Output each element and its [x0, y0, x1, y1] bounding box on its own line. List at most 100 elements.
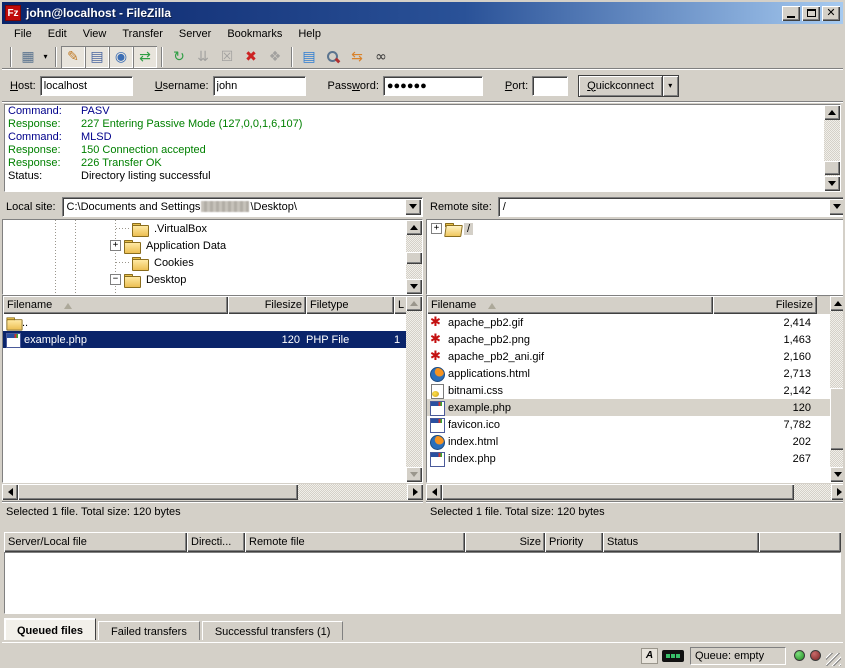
refresh-button[interactable]: ↻ — [167, 46, 191, 68]
directory-comparison-button[interactable] — [321, 46, 345, 68]
port-input[interactable] — [532, 76, 568, 96]
site-manager-dropdown-button[interactable]: ▾ — [40, 46, 51, 68]
hscroll-left[interactable] — [2, 484, 18, 500]
file-row[interactable]: apache_pb2.gif2,414 — [427, 314, 845, 331]
column-header-filename[interactable]: Filename — [3, 296, 228, 314]
menu-item-help[interactable]: Help — [290, 26, 329, 42]
local-list-scrollbar[interactable] — [406, 296, 422, 482]
file-row[interactable]: index.html202 — [427, 433, 845, 450]
tree-item[interactable]: +/ — [427, 220, 845, 237]
local-tree-scrollbar[interactable] — [406, 220, 422, 294]
tree-item[interactable]: +Application Data — [3, 237, 406, 254]
menu-item-transfer[interactable]: Transfer — [114, 26, 171, 42]
remote-hscrollbar[interactable] — [426, 484, 845, 500]
menu-item-view[interactable]: View — [75, 26, 115, 42]
toggle-remote-tree-button[interactable]: ◉ — [109, 46, 133, 68]
list-scroll-down[interactable] — [830, 467, 845, 482]
queue-column-size[interactable]: Size — [465, 532, 545, 552]
tree-scroll-up[interactable] — [406, 220, 422, 235]
minimize-button[interactable] — [782, 6, 800, 21]
hscroll-right[interactable] — [407, 484, 423, 500]
remote-list-scrollbar[interactable] — [830, 296, 845, 482]
file-row[interactable]: example.php120 — [427, 399, 845, 416]
queue-column-remote-file[interactable]: Remote file — [245, 532, 465, 552]
log-scrollbar[interactable] — [824, 105, 840, 191]
local-tree-items[interactable]: .VirtualBox+Application DataCookies−Desk… — [3, 220, 406, 294]
file-row[interactable]: bitnami.css2,142 — [427, 382, 845, 399]
local-path-combo[interactable]: C:\Documents and Settings\Desktop\ — [62, 197, 423, 217]
remote-tree-items[interactable]: +/ — [427, 220, 845, 294]
menu-item-bookmarks[interactable]: Bookmarks — [219, 26, 290, 42]
collapse-icon[interactable]: − — [110, 274, 121, 285]
process-queue-button[interactable]: ⇊ — [191, 46, 215, 68]
filesize-text: 120 — [282, 334, 300, 346]
password-input[interactable] — [383, 76, 483, 96]
resize-grip[interactable] — [826, 653, 841, 668]
filter-button[interactable]: ▤ — [297, 46, 321, 68]
synchronized-browsing-button[interactable]: ⇆ — [345, 46, 369, 68]
tab-queued-files[interactable]: Queued files — [4, 618, 96, 640]
queue-body[interactable] — [4, 552, 841, 614]
remote-status-text: Selected 1 file. Total size: 120 bytes — [426, 501, 845, 522]
tree-item[interactable]: .VirtualBox — [3, 220, 406, 237]
hscroll-thumb[interactable] — [442, 484, 794, 500]
column-header-filename[interactable]: Filename — [427, 296, 713, 314]
quickconnect-dropdown-button[interactable]: ▾ — [663, 75, 679, 97]
expand-icon[interactable]: + — [431, 223, 442, 234]
find-files-button[interactable]: ∞ — [369, 46, 393, 68]
column-header-filetype[interactable]: Filetype — [306, 296, 394, 314]
queue-column-status[interactable]: Status — [603, 532, 759, 552]
menu-item-edit[interactable]: Edit — [40, 26, 75, 42]
column-header-filesize[interactable]: Filesize — [713, 296, 817, 314]
message-log-lines[interactable]: Command:PASVResponse:227 Entering Passiv… — [5, 105, 824, 191]
file-row[interactable]: .. — [3, 314, 422, 331]
log-scroll-thumb[interactable] — [824, 161, 840, 175]
speed-limit-icon[interactable] — [662, 650, 684, 662]
maximize-button[interactable] — [802, 6, 820, 21]
menu-item-file[interactable]: File — [6, 26, 40, 42]
tree-item[interactable]: −Desktop — [3, 271, 406, 288]
tab-successful-transfers-1[interactable]: Successful transfers (1) — [202, 621, 344, 640]
list-scroll-up[interactable] — [830, 296, 845, 311]
toggle-queue-view-button[interactable]: ⇄ — [133, 46, 157, 68]
tab-failed-transfers[interactable]: Failed transfers — [98, 621, 200, 640]
log-scroll-down[interactable] — [824, 176, 840, 191]
host-input[interactable] — [40, 76, 133, 96]
toggle-log-view-button[interactable]: ✎ — [61, 46, 85, 68]
menu-item-server[interactable]: Server — [171, 26, 219, 42]
queue-column-server-local-file[interactable]: Server/Local file — [4, 532, 187, 552]
file-row[interactable]: index.php267 — [427, 450, 845, 467]
disconnect-button[interactable]: ✖ — [239, 46, 263, 68]
hscroll-left[interactable] — [426, 484, 442, 500]
tree-scroll-down[interactable] — [406, 279, 422, 294]
remote-path-dropdown-button[interactable] — [829, 199, 845, 215]
file-row[interactable]: apache_pb2.png1,463 — [427, 331, 845, 348]
hscroll-thumb[interactable] — [18, 484, 298, 500]
list-scroll-up[interactable] — [406, 296, 422, 311]
column-header-filesize[interactable]: Filesize — [228, 296, 306, 314]
hscroll-right[interactable] — [831, 484, 845, 500]
site-manager-button[interactable]: ▦ — [16, 46, 40, 68]
file-row[interactable]: favicon.ico7,782 — [427, 416, 845, 433]
list-scroll-down[interactable] — [406, 467, 422, 482]
file-row[interactable]: applications.html2,713 — [427, 365, 845, 382]
toggle-local-tree-button[interactable]: ▤ — [85, 46, 109, 68]
file-row[interactable]: apache_pb2_ani.gif2,160 — [427, 348, 845, 365]
queue-column-label: Server/Local file — [8, 536, 87, 548]
file-row[interactable]: example.php120PHP File1 — [3, 331, 422, 348]
log-scroll-up[interactable] — [824, 105, 840, 120]
tree-scroll-thumb[interactable] — [406, 252, 422, 264]
list-scroll-thumb[interactable] — [830, 388, 845, 450]
local-path-dropdown-button[interactable] — [405, 199, 421, 215]
queue-column-priority[interactable]: Priority — [545, 532, 603, 552]
cancel-operation-button[interactable]: ☒ — [215, 46, 239, 68]
username-input[interactable] — [213, 76, 306, 96]
remote-path-combo[interactable]: / — [498, 197, 845, 217]
expand-icon[interactable]: + — [110, 240, 121, 251]
tree-item[interactable]: Cookies — [3, 254, 406, 271]
reconnect-button[interactable]: ❖ — [263, 46, 287, 68]
queue-column-directi[interactable]: Directi... — [187, 532, 245, 552]
close-button[interactable]: ✕ — [822, 6, 840, 21]
quickconnect-button[interactable]: Quickconnect — [578, 75, 663, 97]
local-hscrollbar[interactable] — [2, 484, 423, 500]
